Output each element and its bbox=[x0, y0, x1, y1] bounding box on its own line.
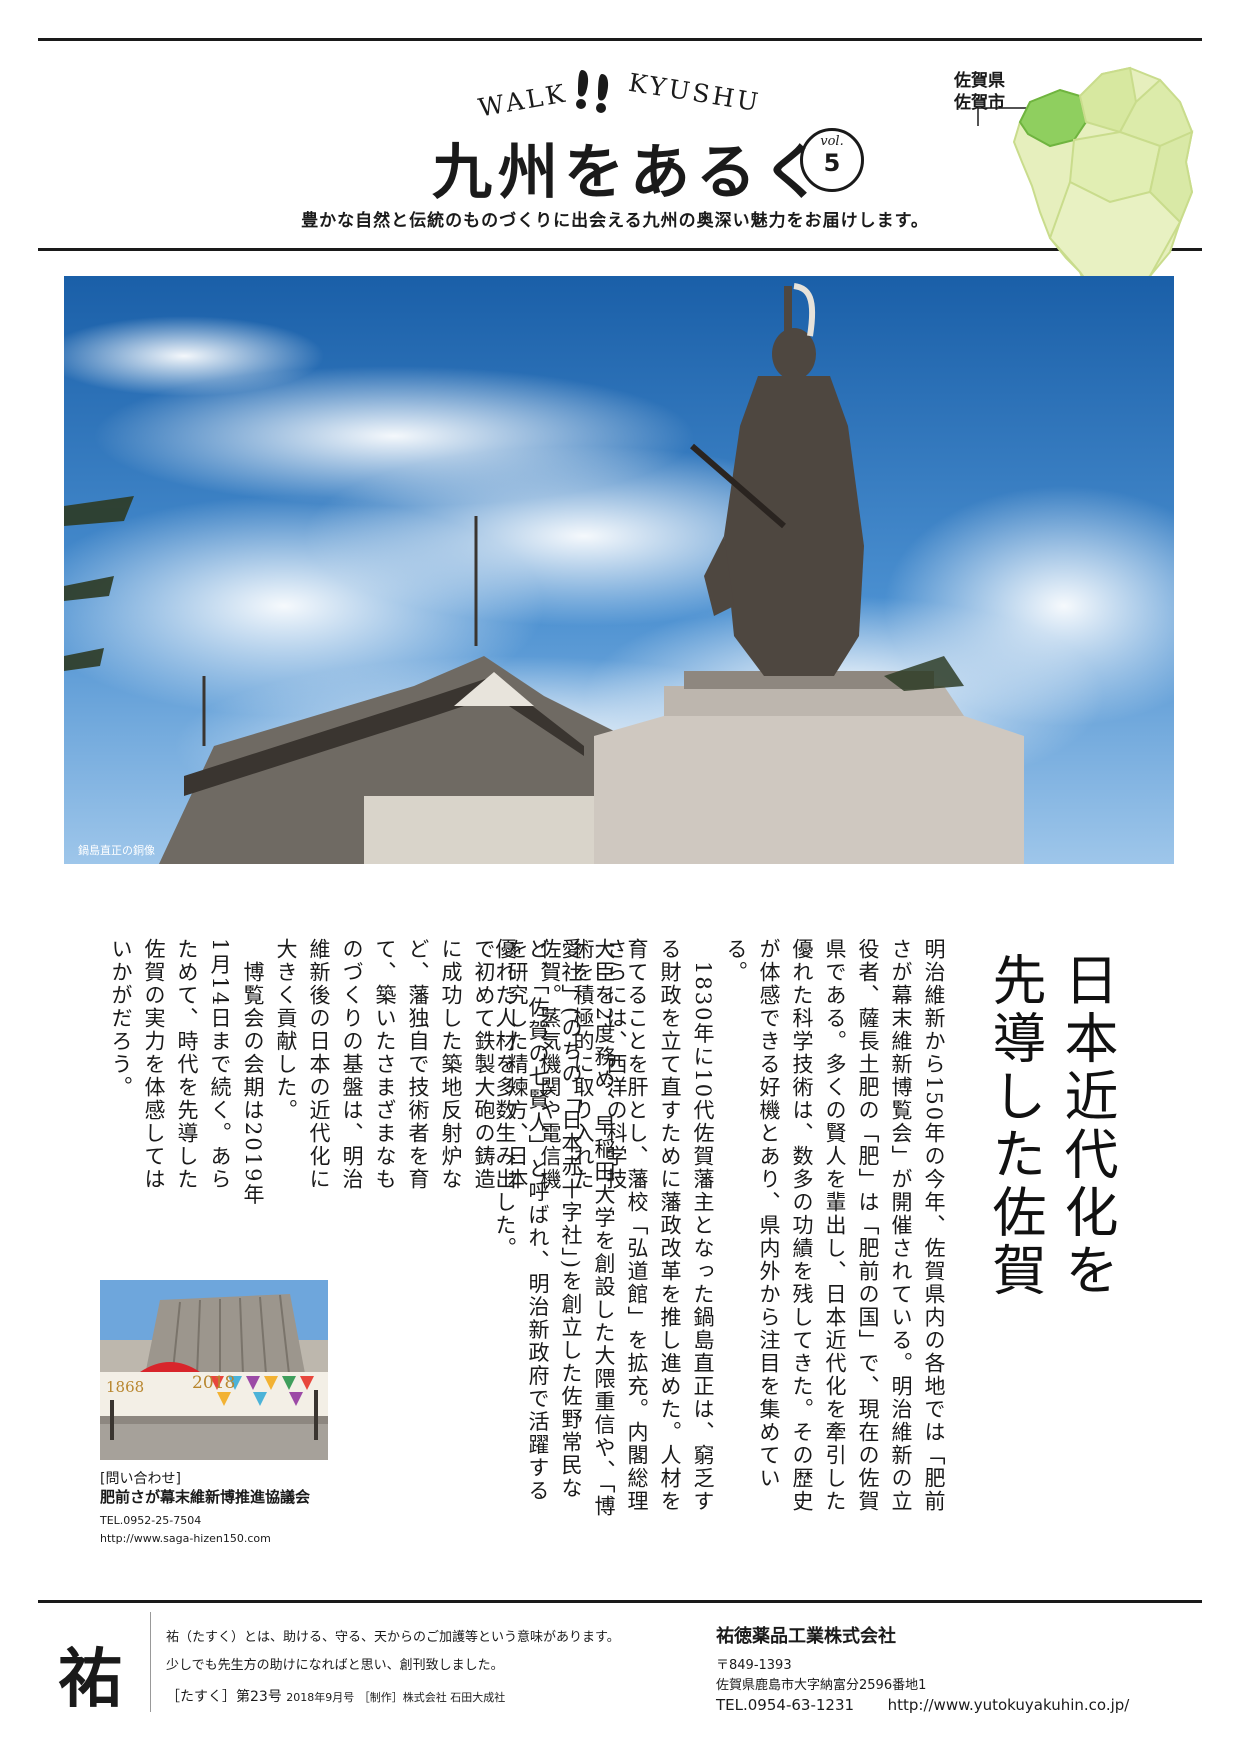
company-name: 祐徳薬品工業株式会社 bbox=[716, 1626, 896, 1647]
postal-code: 〒849-1393 bbox=[716, 1658, 792, 1673]
volume-badge: vol. 5 bbox=[800, 128, 864, 192]
footprints-icon bbox=[576, 70, 609, 113]
volume-number: 5 bbox=[823, 149, 841, 177]
issue-info: ［たすく］第23号 2018年9月号 ［制作］株式会社 石田大成社 bbox=[166, 1686, 505, 1706]
footer-separator bbox=[150, 1612, 151, 1712]
expo-venue-photo: 1868 2018 bbox=[100, 1280, 328, 1460]
inquiry-phone: TEL.0952-25-7504 bbox=[100, 1514, 202, 1527]
walk-label: WALK bbox=[476, 78, 570, 123]
newsletter-description: 祐（たすく）とは、助ける、守る、天からのご加護等という意味があります。 少しでも… bbox=[166, 1624, 620, 1680]
inquiry-organization: 肥前さが幕末維新博推進協議会 bbox=[100, 1488, 311, 1506]
expo-venue-illustration: 1868 2018 bbox=[100, 1280, 328, 1460]
company-contact: TEL.0954-63-1231 http://www.yutokuyakuhi… bbox=[716, 1696, 1129, 1714]
article-headline: 日本近代化を 先導した佐賀 bbox=[983, 952, 1118, 1300]
issue-date: 2018年9月号 bbox=[286, 1691, 355, 1704]
volume-label: vol. bbox=[820, 134, 844, 149]
statue-photo-illustration bbox=[64, 276, 1174, 864]
sign-year-left: 1868 bbox=[106, 1378, 144, 1396]
inquiry-block: [問い合わせ] 肥前さが幕末維新博推進協議会 TEL.0952-25-7504 … bbox=[100, 1470, 310, 1548]
article-body-part1: 明治維新から150年の今年、佐賀県内の各地では「肥前さが幕末維新博覧会」が開催さ… bbox=[493, 938, 946, 1518]
inquiry-url[interactable]: http://www.saga-hizen150.com bbox=[100, 1530, 310, 1548]
issue-name: ［たすく］第23号 bbox=[166, 1689, 282, 1705]
photo-caption: 鍋島直正の銅像 bbox=[78, 844, 155, 857]
main-photo bbox=[64, 276, 1174, 864]
description-line-2: 少しでも先生方の助けになればと思い、創刊致しました。 bbox=[166, 1658, 504, 1673]
kyushu-label: KYUSHU bbox=[626, 67, 764, 118]
description-line-1: 祐（たすく）とは、助ける、守る、天からのご加護等という意味があります。 bbox=[166, 1630, 620, 1645]
series-title: 九州をあるく bbox=[432, 138, 828, 208]
company-phone: TEL.0954-63-1231 bbox=[716, 1696, 855, 1714]
company-url[interactable]: http://www.yutokuyakuhin.co.jp/ bbox=[888, 1696, 1130, 1714]
tagline: 豊かな自然と伝統のものづくりに出会える九州の奥深い魅力をお届けします。 bbox=[301, 211, 929, 231]
street-address: 佐賀県鹿島市大字納富分2596番地1 bbox=[716, 1678, 927, 1693]
producer: ［制作］株式会社 石田大成社 bbox=[358, 1691, 506, 1704]
sign-year-right: 2018 bbox=[192, 1373, 235, 1393]
prefecture-name: 佐賀県 bbox=[954, 71, 1005, 91]
company-address: 〒849-1393 佐賀県鹿島市大字納富分2596番地1 bbox=[716, 1656, 926, 1696]
tasuku-logo-kanji: 祐 bbox=[58, 1642, 122, 1717]
inquiry-heading: [問い合わせ] bbox=[100, 1471, 181, 1487]
footer-top-rule bbox=[38, 1600, 1202, 1603]
header-top-rule bbox=[38, 38, 1202, 41]
